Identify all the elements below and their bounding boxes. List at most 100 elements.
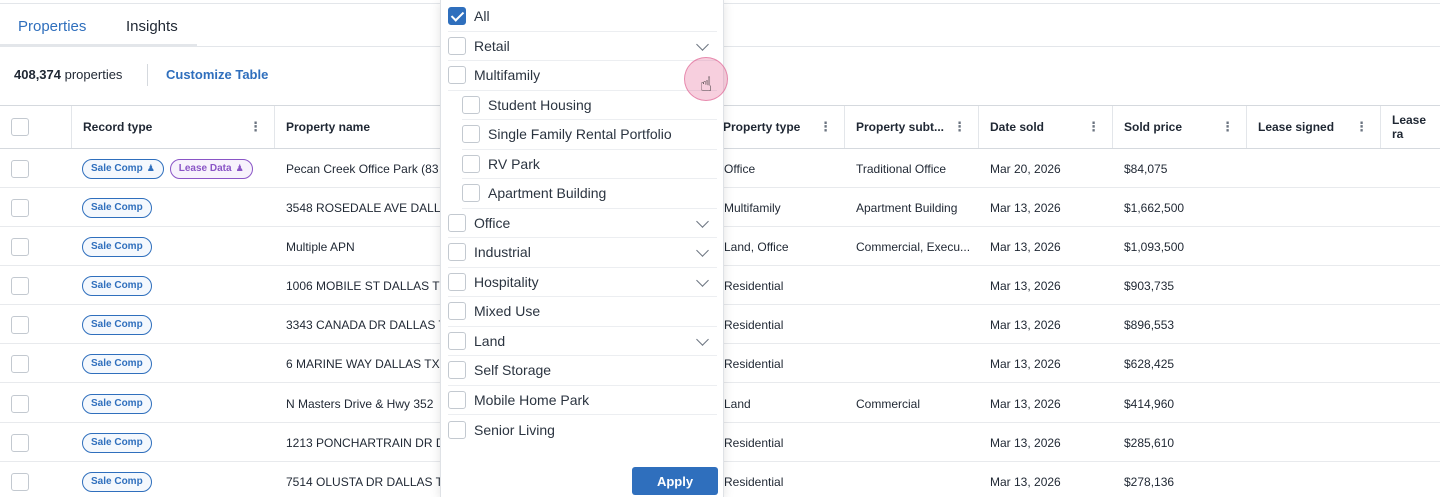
option-checkbox[interactable]	[448, 272, 466, 291]
option-checkbox[interactable]	[448, 36, 466, 55]
property-name-cell[interactable]: 7514 OLUSTA DR DALLAS T	[286, 462, 440, 497]
option-label: All	[474, 8, 490, 25]
option-checkbox[interactable]	[462, 184, 480, 203]
option-label: Self Storage	[474, 362, 552, 379]
filter-option-self-storage[interactable]: Self Storage	[448, 356, 717, 386]
row-checkbox[interactable]	[11, 276, 29, 295]
property-name-cell[interactable]: Pecan Creek Office Park (83	[286, 149, 440, 188]
filter-option-multifamily[interactable]: Multifamily	[448, 61, 717, 91]
column-header-sold-price[interactable]: Sold price ⋮	[1112, 106, 1246, 148]
sale-comp-badge[interactable]: Sale Comp	[82, 197, 152, 218]
property-name-cell[interactable]: 1213 PONCHARTRAIN DR DA	[286, 423, 440, 462]
property-name-cell[interactable]: 3548 ROSEDALE AVE DALLA	[286, 188, 440, 227]
sale-comp-badge[interactable]: Sale Comp ♟	[82, 158, 164, 179]
property-name-cell[interactable]: 3343 CANADA DR DALLAS T	[286, 305, 440, 344]
property-name-cell[interactable]: 6 MARINE WAY DALLAS TX	[286, 344, 440, 383]
sale-comp-badge[interactable]: Sale Comp	[82, 471, 152, 492]
filter-option-hospitality[interactable]: Hospitality	[448, 268, 717, 297]
column-header-date-sold[interactable]: Date sold ⋮	[978, 106, 1112, 148]
row-checkbox[interactable]	[11, 159, 29, 178]
option-checkbox[interactable]	[448, 213, 466, 232]
filter-option-apartment-building[interactable]: Apartment Building	[462, 179, 717, 209]
row-checkbox[interactable]	[11, 354, 29, 373]
filter-option-rv-park[interactable]: RV Park	[462, 150, 717, 179]
customize-table-link[interactable]: Customize Table	[166, 67, 268, 82]
select-all-checkbox[interactable]	[11, 118, 29, 136]
column-header-property-type[interactable]: Property type ⋮	[712, 106, 844, 148]
option-checkbox[interactable]	[462, 95, 480, 114]
column-header-lease-rate[interactable]: Lease ra	[1380, 106, 1440, 148]
row-checkbox[interactable]	[11, 472, 29, 491]
filter-option-land[interactable]: Land	[448, 327, 717, 356]
column-header-label: Record type	[83, 120, 153, 134]
summary-divider	[147, 64, 148, 86]
header-select-all-cell	[0, 106, 71, 148]
option-checkbox[interactable]	[462, 125, 480, 144]
column-menu-icon[interactable]: ⋮	[1087, 119, 1100, 135]
option-checkbox[interactable]	[448, 302, 466, 321]
column-header-lease-signed[interactable]: Lease signed ⋮	[1246, 106, 1380, 148]
chevron-down-icon[interactable]	[695, 244, 711, 260]
badge-label: Lease Data	[178, 163, 232, 174]
record-type-cell: Sale Comp	[82, 227, 272, 266]
option-checkbox[interactable]	[448, 390, 466, 409]
option-checkbox[interactable]	[448, 243, 466, 262]
sale-comp-badge[interactable]: Sale Comp	[82, 314, 152, 335]
row-checkbox[interactable]	[11, 198, 29, 217]
apply-button[interactable]: Apply	[632, 467, 718, 495]
filter-option-senior-living[interactable]: Senior Living	[448, 415, 717, 445]
tab-properties[interactable]: Properties	[18, 18, 86, 35]
filter-option-all[interactable]: All	[448, 2, 717, 32]
option-checkbox[interactable]	[448, 66, 466, 85]
property-name-cell[interactable]: Multiple APN	[286, 227, 440, 266]
filter-option-student-housing[interactable]: Student Housing	[462, 91, 717, 120]
property-type-cell: Residential	[724, 278, 784, 293]
row-checkbox[interactable]	[11, 394, 29, 413]
row-checkbox[interactable]	[11, 315, 29, 334]
column-header-property-name[interactable]: Property name	[274, 106, 440, 148]
property-name-cell[interactable]: N Masters Drive & Hwy 352	[286, 384, 440, 423]
property-subtype-cell: Traditional Office	[856, 161, 947, 176]
filter-option-single-family-rental-portfolio[interactable]: Single Family Rental Portfolio	[462, 120, 717, 150]
chevron-down-icon[interactable]	[695, 38, 711, 54]
sale-comp-badge[interactable]: Sale Comp	[82, 275, 152, 296]
lease-data-badge[interactable]: Lease Data ♟	[169, 158, 253, 179]
option-checkbox[interactable]	[462, 154, 480, 173]
column-header-label: Property subt...	[856, 120, 945, 134]
tab-insights[interactable]: Insights	[126, 18, 178, 35]
filter-option-mobile-home-park[interactable]: Mobile Home Park	[448, 386, 717, 415]
chevron-down-icon[interactable]	[695, 215, 711, 231]
filter-option-office[interactable]: Office	[448, 209, 717, 238]
option-checkbox[interactable]	[448, 331, 466, 350]
column-header-label: Lease signed	[1258, 120, 1335, 134]
sale-comp-badge[interactable]: Sale Comp	[82, 236, 152, 257]
column-header-record-type[interactable]: Record type ⋮	[71, 106, 274, 148]
row-checkbox[interactable]	[11, 237, 29, 256]
option-checkbox[interactable]	[448, 7, 466, 26]
option-checkbox[interactable]	[448, 420, 466, 439]
record-type-cell: Sale Comp	[82, 384, 272, 423]
column-menu-icon[interactable]: ⋮	[1355, 119, 1368, 135]
property-subtype-cell	[856, 423, 974, 462]
chevron-down-icon[interactable]	[695, 274, 711, 290]
column-header-label: Property name	[286, 120, 371, 134]
sale-comp-badge[interactable]: Sale Comp	[82, 353, 152, 374]
row-checkbox[interactable]	[11, 433, 29, 452]
column-header-property-subtype[interactable]: Property subt... ⋮	[844, 106, 978, 148]
property-name-cell[interactable]: 1006 MOBILE ST DALLAS TX	[286, 266, 440, 305]
chevron-down-icon[interactable]	[695, 333, 711, 349]
column-menu-icon[interactable]: ⋮	[953, 119, 966, 135]
column-menu-icon[interactable]: ⋮	[1221, 119, 1234, 135]
badge-label: Sale Comp	[91, 163, 143, 174]
sale-comp-badge[interactable]: Sale Comp	[82, 393, 152, 414]
filter-option-industrial[interactable]: Industrial	[448, 238, 717, 268]
sale-comp-badge[interactable]: Sale Comp	[82, 432, 152, 453]
record-type-cell: Sale Comp	[82, 305, 272, 344]
option-checkbox[interactable]	[448, 361, 466, 380]
sold-price-cell: $414,960	[1124, 396, 1175, 411]
filter-option-mixed-use[interactable]: Mixed Use	[448, 297, 717, 327]
column-menu-icon[interactable]: ⋮	[249, 119, 262, 135]
column-menu-icon[interactable]: ⋮	[819, 119, 832, 135]
row-checkbox-cell	[11, 266, 29, 305]
filter-option-retail[interactable]: Retail	[448, 32, 717, 61]
